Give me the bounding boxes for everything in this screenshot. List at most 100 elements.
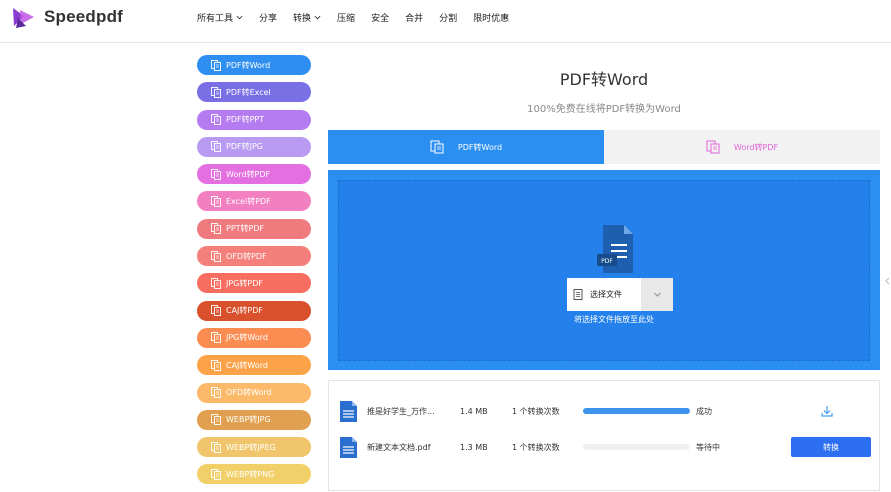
tab-label: Word转PDF [733,142,779,152]
chevron-down-icon [236,15,243,19]
file-row: 新建文本文档.pdf 1.3 MB 1 个转换次数 等待中 转换 [329,435,879,459]
word-to-pdf-icon [706,140,720,154]
convert-doc-icon [211,305,221,317]
sidebar-item-label: PPT转PDF [226,224,265,234]
select-file-button[interactable]: 选择文件 [567,278,673,311]
select-file-label: 选择文件 [590,290,622,299]
sidebar-item-label: WEBP转PNG [226,469,275,479]
file-size: 1.3 MB [460,442,488,452]
speedpdf-logo-icon [13,8,34,28]
file-add-icon [573,289,583,300]
tab-label: PDF转Word [457,142,503,152]
select-file-main[interactable]: 选择文件 [567,278,641,311]
top-header: Speedpdf 所有工具 分享 转换 压缩 安全 合并 分割 限时优惠 [0,0,891,43]
sidebar-item[interactable]: CAJ转Word [197,355,311,376]
sidebar-item-label: WEBP转JPEG [226,442,276,452]
convert-doc-icon [211,59,221,71]
convert-doc-icon [211,414,221,426]
pdf-document-icon: PDF [597,225,633,273]
convert-doc-icon [211,250,221,262]
nav-item-label: 转换 [293,13,312,24]
convert-doc-icon [211,223,221,235]
sidebar-item[interactable]: WEBP转JPEG [197,437,311,458]
conversion-count: 1 个转换次数 [512,406,560,416]
convert-button[interactable]: 转换 [791,437,871,457]
sidebar-item[interactable]: Word转PDF [197,164,311,185]
convert-doc-icon [211,441,221,453]
nav-item[interactable]: 安全 [371,11,389,24]
conversion-count: 1 个转换次数 [512,442,560,452]
sidebar-item-label: Word转PDF [226,169,271,179]
nav-item[interactable]: 压缩 [337,11,355,24]
sidebar-item-label: OFD转Word [226,388,272,398]
download-icon[interactable] [820,404,834,418]
nav-item[interactable]: 合并 [405,11,423,24]
sidebar-item[interactable]: CAJ转PDF [197,300,311,321]
progress-bar [583,444,690,450]
convert-doc-icon [211,141,221,153]
sidebar-item[interactable]: WEBP转PNG [197,464,311,485]
chevron-down-icon [314,15,321,19]
convert-doc-icon [211,196,221,207]
nav-item-label: 所有工具 [197,13,234,24]
drop-hint: 将选择文件拖放至此处 [574,315,654,324]
sidebar-item[interactable]: PDF转PPT [197,109,311,130]
brand-logo[interactable]: Speedpdf [10,4,123,30]
main-nav: 所有工具 分享 转换 压缩 安全 合并 分割 限时优惠 [197,0,525,34]
convert-doc-icon [211,387,221,399]
file-name: 新建文本文档.pdf [367,442,431,452]
convert-doc-icon [211,86,221,98]
nav-item-label: 分享 [259,13,278,24]
file-row: 推是好学生_万作... 1.4 MB 1 个转换次数 成功 [329,399,879,423]
sidebar-item-label: OFD转PDF [226,251,267,261]
nav-item-label: 限时优惠 [473,13,510,24]
progress-bar [583,408,690,414]
sidebar-item[interactable]: JPG转Word [197,327,311,348]
sidebar-item[interactable]: PDF转JPG [197,136,311,157]
sidebar-item[interactable]: PPT转PDF [197,218,311,239]
file-size: 1.4 MB [460,406,488,416]
sidebar-item[interactable]: Excel转PDF [197,191,311,212]
file-status: 等待中 [696,442,720,452]
nav-item[interactable]: 转换 [293,11,321,24]
sidebar-item[interactable]: PDF转Excel [197,82,311,103]
convert-doc-icon [211,114,221,126]
sidebar-item[interactable]: OFD转Word [197,382,311,403]
nav-item[interactable]: 限时优惠 [473,11,509,24]
sidebar-item[interactable]: PDF转Word [197,55,311,75]
select-source-dropdown[interactable] [641,278,673,311]
sidebar-item-label: PDF转Excel [226,87,271,97]
scroll-right-indicator[interactable] [884,270,891,290]
sidebar-item[interactable]: WEBP转JPG [197,409,311,430]
upload-panel: PDF 选择文件 将选择文件拖放至此处 [328,170,880,370]
drop-zone[interactable]: PDF 选择文件 将选择文件拖放至此处 [338,180,870,361]
nav-item-label: 压缩 [337,13,356,24]
file-list: 推是好学生_万作... 1.4 MB 1 个转换次数 成功 新建文本文档.pdf… [328,380,880,491]
nav-item[interactable]: 分享 [259,11,277,24]
sidebar-item-label: JPG转PDF [226,278,263,288]
nav-item[interactable]: 分割 [439,11,457,24]
page-title: PDF转Word [559,70,649,89]
chevron-down-icon [653,292,661,297]
sidebar-item-label: CAJ转PDF [226,306,264,316]
sidebar-item-label: PDF转JPG [226,142,263,152]
nav-item-label: 分割 [439,13,458,24]
progress-fill [583,408,690,414]
sidebar-item[interactable]: OFD转PDF [197,246,311,267]
nav-item[interactable]: 所有工具 [197,11,243,24]
conversion-tabs: PDF转Word Word转PDF [328,130,880,164]
tab-pdf-to-word[interactable]: PDF转Word [328,130,604,164]
file-status: 成功 [696,406,712,416]
sidebar-item-label: PDF转Word [226,60,271,70]
sidebar-item-label: PDF转PPT [226,115,265,125]
convert-doc-icon [211,469,221,480]
file-name: 推是好学生_万作... [367,406,435,416]
sidebar-item-label: CAJ转Word [226,360,268,370]
sidebar-item-label: WEBP转JPG [226,415,271,425]
sidebar-item[interactable]: JPG转PDF [197,273,311,294]
pdf-badge-text: PDF [601,258,613,265]
tab-word-to-pdf[interactable]: Word转PDF [604,130,880,164]
convert-doc-icon [211,359,221,371]
tool-sidebar: PDF转Word PDF转Excel PDF转PPT PDF转JPG Word转PDF E… [197,55,311,492]
pdf-to-word-icon [430,140,444,154]
